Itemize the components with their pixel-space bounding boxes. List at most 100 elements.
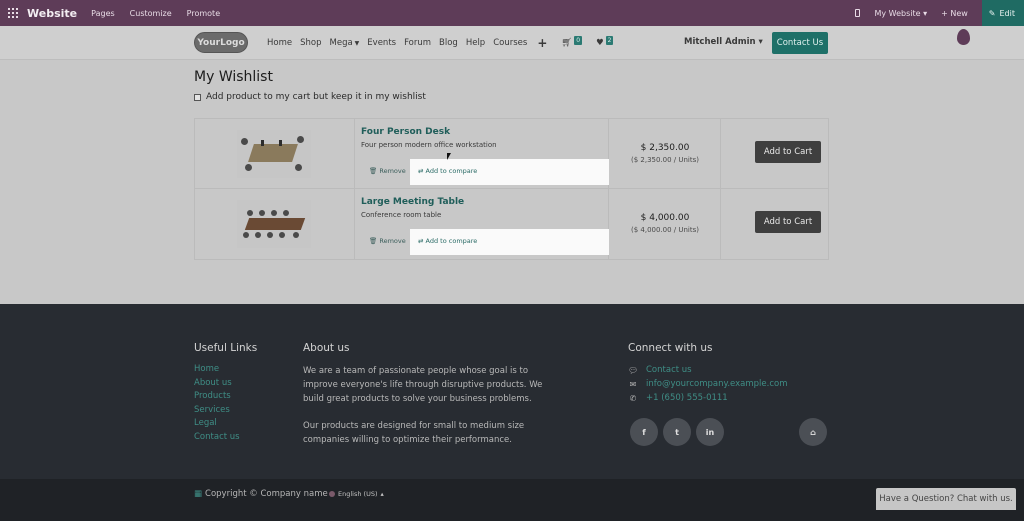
product-name[interactable]: Large Meeting Table — [361, 197, 464, 207]
product-description: Four person modern office workstation — [361, 141, 497, 149]
admin-brand[interactable]: Website — [27, 7, 77, 20]
new-label: New — [950, 8, 968, 18]
product-description: Conference room table — [361, 211, 442, 219]
email-row[interactable]: ✉ info@yourcompany.example.com — [628, 379, 788, 389]
email-link: info@yourcompany.example.com — [646, 379, 788, 389]
heart-icon: ♥ — [596, 38, 604, 48]
trash-icon: 🗑︎ — [369, 167, 378, 175]
facebook-icon[interactable]: f — [630, 418, 658, 446]
product-image-desk[interactable] — [237, 130, 311, 178]
main-nav: Home Shop Mega ▼ Events Forum Blog Help C… — [267, 26, 614, 60]
phone-link: +1 (650) 555-0111 — [646, 393, 728, 403]
price-cell: $ 4,000.00 ($ 4,000.00 / Units) — [609, 189, 721, 259]
wishlist-count-badge: 2 — [605, 35, 614, 45]
chevron-down-icon: ▾ — [923, 8, 928, 18]
wishlist-main: My Wishlist Add product to my cart but k… — [0, 60, 1024, 304]
exchange-icon: ⇄ — [418, 237, 424, 245]
edit-button[interactable]: ✎ Edit — [981, 0, 1024, 26]
keep-in-wishlist-option: Add product to my cart but keep it in my… — [194, 92, 426, 102]
add-to-cart-button[interactable]: Add to Cart — [755, 211, 821, 233]
website-selector[interactable]: My Website ▾ — [874, 9, 927, 18]
remove-label: Remove — [379, 167, 406, 175]
footer-link-products[interactable]: Products — [194, 391, 240, 401]
new-button[interactable]: + New — [941, 9, 968, 18]
about-paragraph: Our products are designed for small to m… — [303, 421, 525, 445]
connect-heading: Connect with us — [628, 342, 713, 354]
nav-events[interactable]: Events — [367, 38, 396, 48]
caret-up-icon: ▴ — [380, 490, 384, 498]
footer-link-services[interactable]: Services — [194, 405, 240, 415]
theme-drop-icon[interactable] — [957, 29, 970, 45]
live-chat-button[interactable]: Have a Question? Chat with us. — [876, 488, 1016, 510]
remove-button[interactable]: 🗑︎ Remove — [369, 167, 406, 175]
language-selector[interactable]: English (US) ▴ — [329, 490, 384, 498]
home-icon[interactable]: ⌂ — [799, 418, 827, 446]
building-icon: ▦ — [194, 489, 203, 499]
add-menu-item-icon[interactable]: + — [537, 36, 547, 50]
comment-icon: 💬︎ — [628, 365, 639, 375]
compare-label: Add to compare — [425, 237, 478, 245]
nav-courses[interactable]: Courses — [493, 38, 527, 48]
nav-forum[interactable]: Forum — [404, 38, 431, 48]
product-info-cell: Large Meeting Table Conference room tabl… — [355, 189, 609, 259]
caret-down-icon: ▾ — [758, 37, 763, 47]
admin-menu: Pages Customize Promote — [91, 9, 220, 18]
product-image-meeting-table[interactable] — [237, 200, 311, 248]
contact-row[interactable]: 💬︎ Contact us — [628, 365, 787, 375]
edit-label: Edit — [999, 8, 1016, 18]
cart-link[interactable]: 🛒︎ 0 — [561, 35, 583, 48]
nav-shop[interactable]: Shop — [300, 38, 321, 48]
wishlist-row: Four Person Desk Four person modern offi… — [195, 119, 828, 189]
add-to-cart-button[interactable]: Add to Cart — [755, 141, 821, 163]
product-info-cell: Four Person Desk Four person modern offi… — [355, 119, 609, 188]
linkedin-icon[interactable]: in — [696, 418, 724, 446]
admin-menu-pages[interactable]: Pages — [91, 9, 115, 18]
nav-home[interactable]: Home — [267, 38, 292, 48]
product-image-cell — [195, 119, 355, 188]
mobile-preview-icon[interactable] — [855, 9, 861, 17]
phone-row[interactable]: ✆ +1 (650) 555-0111 — [628, 393, 787, 403]
add-to-compare-button[interactable]: ⇄ Add to compare — [410, 229, 609, 255]
footer-link-contact[interactable]: Contact us — [194, 432, 240, 442]
footer-link-legal[interactable]: Legal — [194, 418, 240, 428]
site-logo[interactable]: YourLogo — [194, 32, 248, 53]
keep-in-wishlist-checkbox[interactable] — [194, 93, 201, 101]
price-cell: $ 2,350.00 ($ 2,350.00 / Units) — [609, 119, 721, 188]
about-text: We are a team of passionate people whose… — [303, 364, 558, 447]
trash-icon: 🗑︎ — [369, 237, 378, 245]
nav-mega[interactable]: Mega ▼ — [330, 38, 360, 48]
unit-price: ($ 4,000.00 / Units) — [630, 226, 700, 234]
useful-links-heading: Useful Links — [194, 342, 258, 354]
keep-in-wishlist-label: Add product to my cart but keep it in my… — [206, 92, 426, 102]
contact-us-button[interactable]: Contact Us — [772, 32, 828, 54]
admin-menu-customize[interactable]: Customize — [130, 9, 172, 18]
wishlist-table: Four Person Desk Four person modern offi… — [194, 118, 829, 260]
page-title: My Wishlist — [194, 69, 273, 85]
remove-button[interactable]: 🗑︎ Remove — [369, 237, 406, 245]
phone-icon: ✆ — [629, 393, 637, 403]
product-price: $ 2,350.00 — [640, 143, 690, 153]
admin-right-tools: My Website ▾ + New ✎ Edit — [855, 0, 1024, 26]
user-menu[interactable]: Mitchell Admin ▾ — [684, 37, 763, 47]
language-label: English (US) — [338, 490, 378, 498]
plus-icon: + — [941, 8, 948, 18]
copyright-bar: ▦ Copyright © Company name English (US) ▴ … — [0, 479, 1024, 521]
exchange-icon: ⇄ — [418, 167, 424, 175]
product-name[interactable]: Four Person Desk — [361, 127, 450, 137]
wishlist-link[interactable]: ♥ 2 — [596, 35, 614, 48]
footer-link-about[interactable]: About us — [194, 378, 240, 388]
nav-blog[interactable]: Blog — [439, 38, 458, 48]
twitter-icon[interactable]: t — [663, 418, 691, 446]
footer-link-home[interactable]: Home — [194, 364, 240, 374]
useful-links-list: Home About us Products Services Legal Co… — [194, 364, 240, 442]
nav-help[interactable]: Help — [466, 38, 485, 48]
envelope-icon: ✉ — [629, 379, 637, 389]
add-to-compare-button[interactable]: ⇄ Add to compare — [410, 159, 609, 185]
wishlist-row: Large Meeting Table Conference room tabl… — [195, 189, 828, 259]
nav-mega-label: Mega — [329, 38, 353, 48]
pencil-icon: ✎ — [988, 8, 996, 18]
remove-label: Remove — [379, 237, 406, 245]
apps-grid-icon[interactable] — [8, 8, 18, 18]
about-heading: About us — [303, 342, 350, 354]
admin-menu-promote[interactable]: Promote — [187, 9, 220, 18]
